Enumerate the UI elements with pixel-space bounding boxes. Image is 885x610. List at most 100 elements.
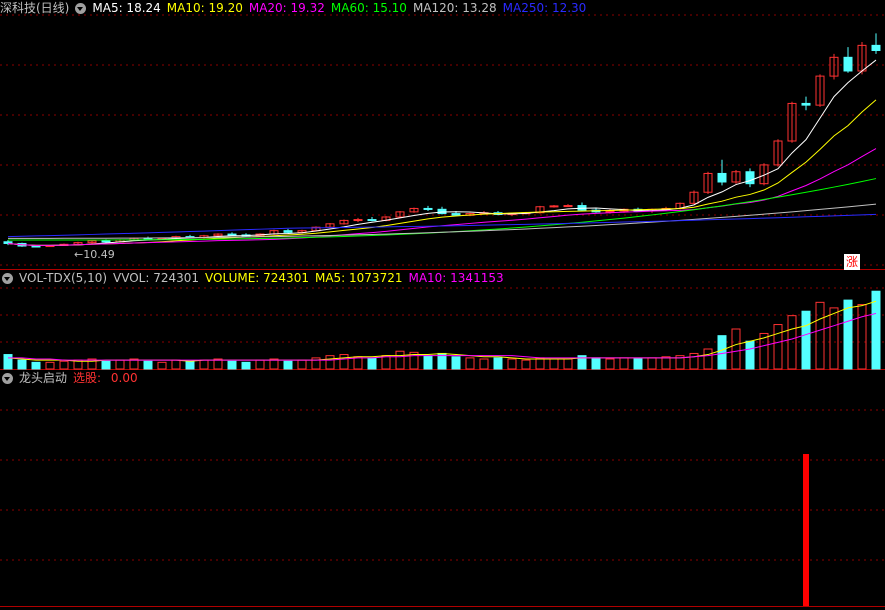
volume-bar <box>367 357 377 370</box>
volume-bar <box>31 361 41 370</box>
volume-bar <box>59 360 69 370</box>
candle-body <box>227 233 237 236</box>
main-chart-header: 深科技(日线) MA5: 18.24 MA10: 19.20 MA20: 19.… <box>0 0 592 16</box>
volume-bar <box>773 324 783 370</box>
ma250-line <box>7 213 877 238</box>
volume-bar <box>661 356 671 370</box>
ma10-label: MA10: 19.20 <box>166 1 243 15</box>
candle-body <box>843 56 853 72</box>
volume-bar <box>647 357 657 370</box>
volume-bar <box>157 361 167 370</box>
volume-bar <box>591 357 601 370</box>
candle-body <box>3 241 13 244</box>
volume-bar <box>3 354 13 370</box>
zhang-badge[interactable]: 涨 <box>844 254 860 270</box>
vvol-label: VVOL: 724301 <box>113 271 200 285</box>
ma120-label: MA120: 13.28 <box>412 1 497 15</box>
ma20-line <box>7 148 877 246</box>
ma250-label: MA250: 12.30 <box>502 1 587 15</box>
volume-bar <box>101 360 111 370</box>
vol-title: VOL-TDX(5,10) <box>19 271 108 285</box>
low-price-label: ←10.49 <box>74 248 115 261</box>
indicator-title: 龙头启动 <box>19 371 68 385</box>
candle-body <box>801 102 811 106</box>
indicator-header: 龙头启动 选股: 0.00 <box>0 370 144 386</box>
volume-bar <box>717 335 727 370</box>
volume-bar <box>619 357 629 370</box>
chevron-down-icon[interactable] <box>2 372 13 384</box>
candle-body <box>451 213 461 216</box>
volume-bar <box>115 359 125 370</box>
indicator-chart[interactable] <box>0 370 885 610</box>
candle-body <box>101 240 111 243</box>
volume-label: VOLUME: 724301 <box>205 271 309 285</box>
volume-bar <box>199 359 209 370</box>
candle-body <box>437 208 447 215</box>
volume-bar <box>605 358 615 370</box>
volume-bar <box>143 360 153 370</box>
candle-body <box>563 205 573 208</box>
ma5-label: MA5: 18.24 <box>92 1 161 15</box>
volume-bar <box>731 328 741 370</box>
volume-bar <box>829 307 839 370</box>
chevron-down-icon[interactable] <box>75 2 87 14</box>
volume-bar <box>339 354 349 370</box>
chevron-down-icon[interactable] <box>2 272 13 284</box>
volume-bar <box>255 359 265 370</box>
volume-bar <box>283 360 293 370</box>
zhang-badge-text: 涨 <box>845 255 858 269</box>
volume-bar <box>451 356 461 370</box>
signal-bar <box>803 454 809 606</box>
volume-bar <box>535 357 545 370</box>
volume-bar <box>171 359 181 370</box>
volume-bar <box>395 350 405 370</box>
volume-bar <box>17 359 27 370</box>
volume-bar <box>563 358 573 370</box>
volume-bar <box>227 360 237 370</box>
volume-bar <box>801 310 811 370</box>
candle-body <box>367 219 377 222</box>
volume-bar <box>521 359 531 370</box>
candle-body <box>717 172 727 183</box>
volume-bar <box>493 357 503 370</box>
candle-body <box>605 210 615 213</box>
volume-bar <box>423 355 433 370</box>
volume-bar <box>871 290 881 370</box>
volume-bar <box>381 355 391 370</box>
volume-bar <box>815 301 825 370</box>
stock-title: 深科技(日线) <box>0 1 70 15</box>
volume-bar <box>241 361 251 370</box>
volume-bar <box>633 358 643 370</box>
low-price-value: 10.49 <box>83 248 115 261</box>
indicator-pane[interactable]: 龙头启动 选股: 0.00 <box>0 370 885 610</box>
volume-bar <box>297 359 307 370</box>
candle-body <box>871 44 881 51</box>
candle-body <box>283 230 293 233</box>
volume-bar <box>857 304 867 370</box>
volume-bar <box>465 357 475 370</box>
select-label: 选股: 0.00 <box>73 370 144 386</box>
volume-bar <box>185 360 195 370</box>
volume-bar <box>45 361 55 370</box>
select-label-text: 选股: <box>73 371 105 385</box>
ma60-label: MA60: 15.10 <box>330 1 407 15</box>
candle-body <box>31 245 41 248</box>
volume-bar <box>325 355 335 370</box>
volume-bar <box>479 358 489 370</box>
candle-body <box>549 205 559 208</box>
candle-body <box>423 207 433 210</box>
volume-bar <box>745 340 755 370</box>
volume-bar <box>703 348 713 370</box>
candle-body <box>353 219 363 222</box>
volume-bar <box>549 358 559 370</box>
select-value: 0.00 <box>110 371 138 385</box>
vol-ma10-label: MA10: 1341153 <box>408 271 504 285</box>
volume-header: VOL-TDX(5,10) VVOL: 724301 VOLUME: 72430… <box>0 270 510 286</box>
candlestick-chart[interactable] <box>0 0 885 270</box>
vol-ma5-label: MA5: 1073721 <box>314 271 403 285</box>
ma20-label: MA20: 19.32 <box>248 1 325 15</box>
volume-bar <box>507 358 517 370</box>
volume-pane[interactable]: VOL-TDX(5,10) VVOL: 724301 VOLUME: 72430… <box>0 270 885 370</box>
main-chart-pane[interactable]: 深科技(日线) MA5: 18.24 MA10: 19.20 MA20: 19.… <box>0 0 885 270</box>
volume-bar <box>843 299 853 370</box>
